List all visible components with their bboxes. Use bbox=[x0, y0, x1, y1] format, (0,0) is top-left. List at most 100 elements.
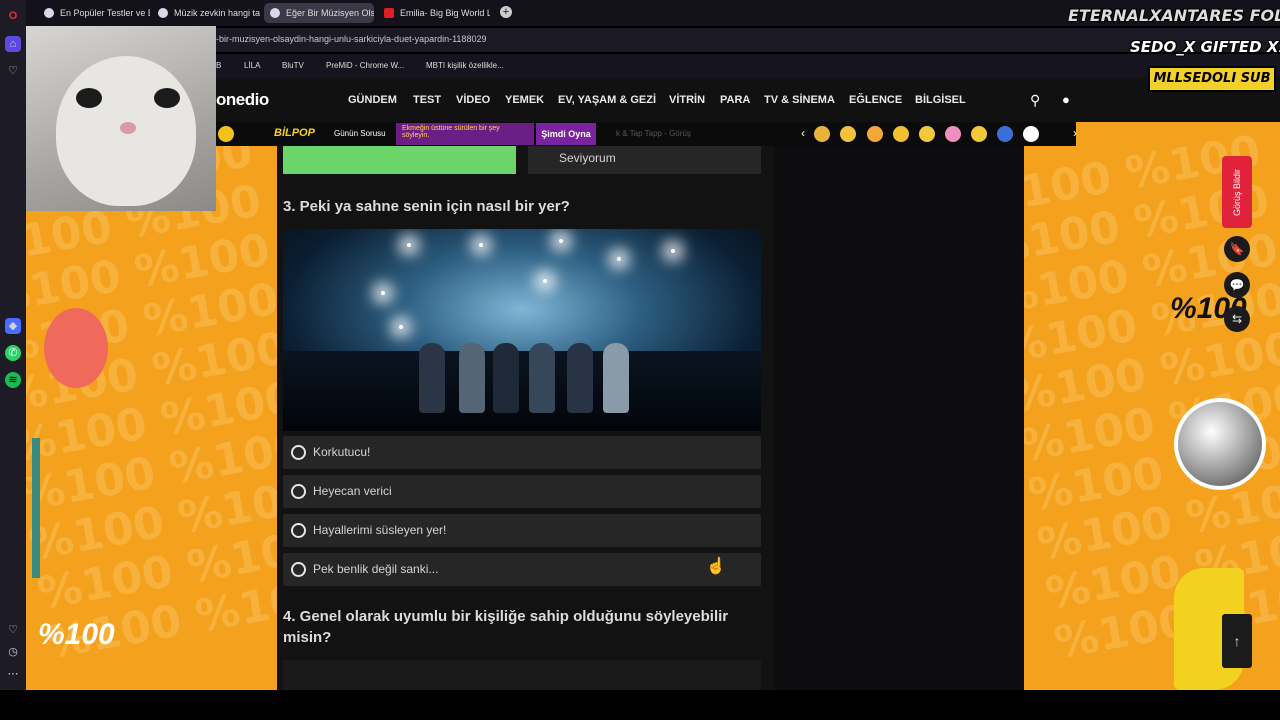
heart-icon[interactable]: ♡ bbox=[5, 622, 21, 638]
spotify-icon[interactable]: ≋ bbox=[5, 372, 21, 388]
radio-button[interactable] bbox=[291, 445, 306, 460]
nav-para[interactable]: PARA bbox=[720, 94, 750, 106]
performer bbox=[493, 343, 519, 413]
bookmark-button[interactable]: 🔖 bbox=[1224, 236, 1250, 262]
faded-headline: k & Tap Tapp - Görüş bbox=[616, 129, 691, 138]
tab-label: Eğer Bir Müzisyen Olsaydı bbox=[286, 8, 374, 18]
url-text[interactable]: -bir-muzisyen-olsaydin-hangi-unlu-sarkic… bbox=[216, 34, 486, 44]
chevron-left-icon[interactable]: ‹ bbox=[801, 126, 805, 140]
option-label: Seviyorum bbox=[559, 151, 616, 165]
bookmark[interactable]: PreMiD - Chrome W... bbox=[326, 61, 404, 70]
question-4-title: 4. Genel olarak uyumlu bir kişiliğe sahi… bbox=[283, 608, 729, 646]
performer bbox=[419, 343, 445, 413]
nav-eglence[interactable]: EĞLENCE bbox=[849, 94, 902, 106]
right-decoration: %100 %100 %100 %100 %100 %100 %100 %100 %100… bbox=[1024, 78, 1280, 690]
whatsapp-icon[interactable]: ✆ bbox=[5, 345, 21, 361]
nav-gundem[interactable]: GÜNDEM bbox=[348, 94, 397, 106]
nav-tv-sinema[interactable]: TV & SİNEMA bbox=[764, 94, 835, 106]
new-tab-icon[interactable]: + bbox=[500, 6, 512, 18]
stage-floor bbox=[283, 351, 761, 431]
nav-yemek[interactable]: YEMEK bbox=[505, 94, 544, 106]
browser-sidebar: O ⌂ ♡ ◆ ✆ ≋ ♡ ◷ ⋯ bbox=[0, 0, 26, 690]
stage-light bbox=[617, 257, 621, 261]
bookmark[interactable]: LİLA bbox=[244, 61, 260, 70]
site-logo[interactable]: onedio bbox=[216, 90, 269, 110]
emoji-icon[interactable] bbox=[893, 126, 909, 142]
nav-test[interactable]: TEST bbox=[413, 94, 441, 106]
bookmark[interactable]: BluTV bbox=[282, 61, 304, 70]
nav-video[interactable]: VİDEO bbox=[456, 94, 490, 106]
quiz-content: Seviyorum 3. Peki ya sahne senin için na… bbox=[277, 146, 774, 690]
emoji-icon[interactable] bbox=[867, 126, 883, 142]
nav-vitrin[interactable]: VİTRİN bbox=[669, 94, 705, 106]
webcam-overlay bbox=[26, 26, 216, 211]
tab[interactable]: Emilia- Big Big World Lyric bbox=[378, 3, 490, 23]
opera-logo-icon[interactable]: O bbox=[5, 8, 21, 24]
favicon-icon bbox=[158, 8, 168, 18]
radio-button[interactable] bbox=[291, 523, 306, 538]
tab-label: Müzik zevkin hangi tatlı? bbox=[174, 8, 260, 18]
tab-label: Emilia- Big Big World Lyric bbox=[400, 8, 490, 18]
answer-option[interactable]: Heyecan verici bbox=[283, 475, 761, 508]
games-icon[interactable] bbox=[218, 126, 234, 142]
aria-icon[interactable]: ◆ bbox=[5, 318, 21, 334]
stage-light bbox=[671, 249, 675, 253]
performer bbox=[459, 343, 485, 413]
feedback-button[interactable]: Görüş Bildir bbox=[1222, 156, 1252, 228]
tab-label: En Popüler Testler ve Eğle bbox=[60, 8, 150, 18]
nav-ev-yasam[interactable]: EV, YAŞAM & GEZİ bbox=[558, 94, 656, 106]
heart-icon[interactable]: ♡ bbox=[5, 63, 21, 79]
previous-option[interactable]: Seviyorum bbox=[528, 146, 761, 174]
favicon-icon bbox=[270, 8, 280, 18]
chevron-right-icon[interactable]: › bbox=[1073, 126, 1077, 140]
answer-option[interactable]: Hayallerimi süsleyen yer! bbox=[283, 514, 761, 547]
option-label: Heyecan verici bbox=[313, 484, 392, 498]
emoji-icon[interactable] bbox=[997, 126, 1013, 142]
mouse-cursor-icon: ☝ bbox=[706, 558, 726, 575]
cat-nose bbox=[120, 122, 136, 134]
stage-light bbox=[559, 239, 563, 243]
radio-button[interactable] bbox=[291, 484, 306, 499]
emoji-icon[interactable] bbox=[945, 126, 961, 142]
previous-option-green[interactable] bbox=[283, 146, 516, 174]
performer bbox=[529, 343, 555, 413]
emoji-icon[interactable] bbox=[840, 126, 856, 142]
tab[interactable]: Müzik zevkin hangi tatlı? bbox=[152, 3, 260, 23]
stream-follow-alert: ETERNALXANTARES FOLLOW bbox=[1068, 6, 1280, 25]
answer-option[interactable]: Pek benlik değil sanki... bbox=[283, 553, 761, 586]
share-button[interactable]: ⇆ bbox=[1224, 306, 1250, 332]
radio-button[interactable] bbox=[291, 562, 306, 577]
search-icon[interactable]: ⚲ bbox=[1030, 92, 1040, 109]
nav-bilgisel[interactable]: BİLGİSEL bbox=[915, 94, 966, 106]
stage-light bbox=[479, 243, 483, 247]
feedback-label: Görüş Bildir bbox=[1232, 168, 1242, 216]
bookmark[interactable]: MBTI kişilik özellikle... bbox=[426, 61, 504, 70]
favicon-icon bbox=[44, 8, 54, 18]
option-label: Korkutucu! bbox=[313, 445, 371, 459]
tab-active[interactable]: Eğer Bir Müzisyen Olsaydı bbox=[264, 3, 374, 23]
performer bbox=[567, 343, 593, 413]
music-note-illustration bbox=[32, 438, 94, 578]
cat-eye bbox=[76, 88, 102, 108]
user-icon[interactable]: ● bbox=[1062, 92, 1070, 107]
youtube-icon bbox=[384, 8, 394, 18]
bilpop-strip: BİLPOP Günün Sorusu Ekmeğin üstüne sürül… bbox=[216, 122, 1077, 146]
answer-option[interactable]: Korkutucu! bbox=[283, 436, 761, 469]
emoji-icon[interactable] bbox=[919, 126, 935, 142]
emoji-icon[interactable] bbox=[814, 126, 830, 142]
more-icon[interactable]: ⋯ bbox=[5, 666, 21, 682]
question-4-image bbox=[283, 660, 761, 690]
emoji-icon[interactable] bbox=[971, 126, 987, 142]
tab[interactable]: En Popüler Testler ve Eğle bbox=[38, 3, 150, 23]
bookmark[interactable]: B bbox=[216, 61, 221, 70]
stage-light bbox=[543, 279, 547, 283]
disco-ball-illustration bbox=[1174, 398, 1266, 490]
play-now-button[interactable]: Şimdi Oyna bbox=[536, 123, 596, 145]
option-label: Pek benlik değil sanki... bbox=[313, 562, 439, 576]
history-icon[interactable]: ◷ bbox=[5, 644, 21, 660]
bilpop-logo[interactable]: BİLPOP bbox=[274, 127, 315, 139]
scroll-top-button[interactable]: ↑ bbox=[1222, 614, 1252, 668]
emoji-icon[interactable] bbox=[1023, 126, 1039, 142]
comment-button[interactable]: 💬 bbox=[1224, 272, 1250, 298]
home-icon[interactable]: ⌂ bbox=[5, 36, 21, 52]
